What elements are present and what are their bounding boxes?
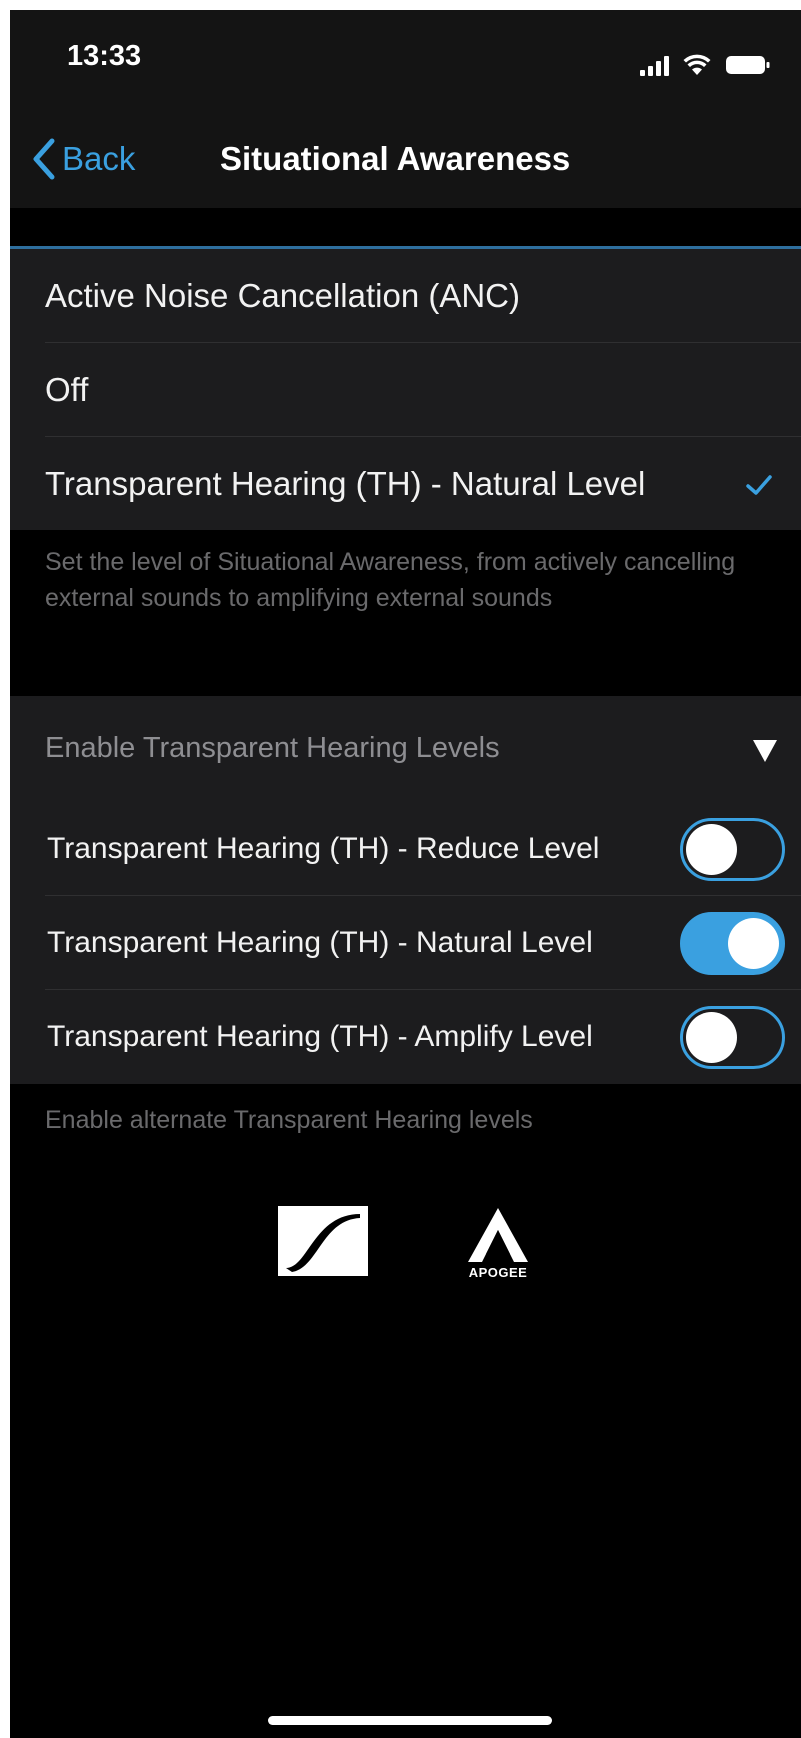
- sennheiser-logo-icon: [278, 1206, 368, 1276]
- navigation-bar: Back Situational Awareness: [10, 110, 801, 208]
- mode-footer-note: Set the level of Situational Awareness, …: [45, 548, 736, 612]
- screen: 13:33 Back Situational Awareness Active …: [10, 10, 801, 1738]
- option-label: Transparent Hearing (TH) - Natural Level: [45, 464, 646, 502]
- page-title: Situational Awareness: [220, 140, 571, 177]
- status-time: 13:33: [67, 40, 142, 72]
- home-indicator[interactable]: [268, 1716, 552, 1725]
- option-off[interactable]: Off: [10, 343, 801, 437]
- triangle-down-icon: [753, 740, 777, 762]
- toggle-knob: [728, 918, 779, 969]
- level-label: Transparent Hearing (TH) - Reduce Level: [47, 832, 600, 865]
- toggle-amplify[interactable]: [680, 1006, 785, 1069]
- option-anc[interactable]: Active Noise Cancellation (ANC): [10, 249, 801, 343]
- toggle-knob: [686, 824, 737, 875]
- toggle-knob: [686, 1012, 737, 1063]
- status-icons: [640, 48, 771, 76]
- battery-icon: [726, 56, 770, 74]
- option-th-natural[interactable]: Transparent Hearing (TH) - Natural Level: [10, 437, 801, 530]
- level-row-amplify: Transparent Hearing (TH) - Amplify Level: [10, 990, 801, 1084]
- levels-header-label: Enable Transparent Hearing Levels: [45, 732, 500, 764]
- toggle-natural[interactable]: [680, 912, 785, 975]
- back-button[interactable]: Back: [30, 134, 135, 184]
- level-row-natural: Transparent Hearing (TH) - Natural Level: [10, 896, 801, 990]
- levels-group: Transparent Hearing (TH) - Reduce Level …: [10, 802, 801, 1084]
- chevron-left-icon: [33, 138, 55, 180]
- status-bar: 13:33: [10, 10, 801, 110]
- brand-logos: APOGEE: [10, 1206, 801, 1286]
- apogee-logo-text: APOGEE: [468, 1265, 528, 1280]
- apogee-a-icon: [468, 1208, 528, 1262]
- level-row-reduce: Transparent Hearing (TH) - Reduce Level: [10, 802, 801, 896]
- wifi-icon: [683, 54, 711, 75]
- levels-section-header[interactable]: Enable Transparent Hearing Levels: [10, 696, 801, 802]
- option-label: Active Noise Cancellation (ANC): [45, 277, 521, 314]
- mode-options-group: Active Noise Cancellation (ANC) Off Tran…: [10, 249, 801, 530]
- level-label: Transparent Hearing (TH) - Natural Level: [47, 926, 593, 959]
- toggle-reduce[interactable]: [680, 818, 785, 881]
- levels-footer-note: Enable alternate Transparent Hearing lev…: [45, 1106, 533, 1134]
- signal-icon: [640, 56, 669, 76]
- checkmark-icon: [746, 475, 772, 495]
- back-label: Back: [62, 140, 136, 177]
- level-label: Transparent Hearing (TH) - Amplify Level: [47, 1020, 593, 1053]
- apogee-logo: APOGEE: [458, 1206, 538, 1286]
- section-gap: [10, 208, 801, 246]
- option-label: Off: [45, 371, 89, 408]
